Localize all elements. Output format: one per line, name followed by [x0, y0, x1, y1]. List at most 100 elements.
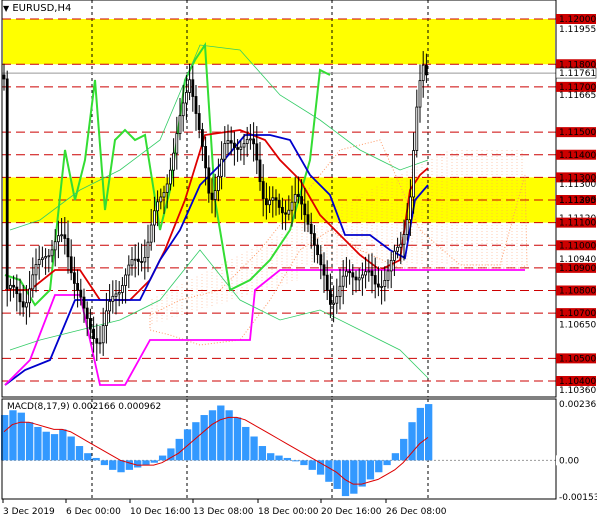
vertical-grid: [91, 0, 429, 499]
candle-body: [226, 140, 230, 144]
candle-body: [325, 274, 329, 291]
time-label-6: 26 Dec 08:00: [386, 507, 447, 517]
candle-body: [344, 270, 348, 277]
candle-body: [114, 293, 118, 297]
candle-body: [380, 285, 384, 288]
macd-bar: [291, 460, 300, 462]
macd-panel: [1, 404, 556, 497]
candle-body: [287, 209, 291, 215]
time-label-0: 3 Dec 2019: [3, 507, 55, 517]
macd-bar: [233, 417, 242, 461]
candle-body: [165, 183, 169, 193]
candle-body: [392, 250, 396, 261]
candle-body: [248, 138, 252, 141]
extra-price-label-1: 1.11300: [559, 180, 596, 190]
candle-body: [76, 283, 79, 291]
macd-bar: [42, 431, 50, 461]
candle-body: [159, 196, 163, 203]
macd-bar: [17, 412, 25, 461]
candle-body: [216, 175, 220, 191]
candle-body: [172, 152, 176, 171]
macd-bar: [192, 422, 200, 461]
macd-label: MACD(8,17,9) 0.002166 0.000962: [7, 402, 162, 412]
candle-body: [92, 328, 95, 340]
time-label-1: 6 Dec 00:00: [66, 507, 121, 517]
candle-body: [354, 276, 358, 281]
candle-body: [284, 212, 288, 215]
candle-body: [236, 147, 240, 150]
axes: 1.120001.119551.118001.117611.117001.116…: [1, 0, 597, 517]
candle-body: [296, 194, 300, 197]
price-label-17: 1.10650: [559, 320, 596, 330]
price-label-20: 1.10360: [559, 386, 596, 396]
candle-body: [66, 238, 70, 258]
candle-body: [95, 338, 99, 344]
candle-body: [197, 113, 201, 130]
macd-bar: [250, 436, 258, 461]
macd-bar: [208, 410, 217, 461]
candle-body: [255, 143, 259, 161]
macd-bar: [25, 422, 34, 461]
macd-bar: [200, 415, 208, 461]
candle-body: [149, 224, 153, 243]
candle-body: [367, 270, 371, 273]
candle-body: [360, 274, 364, 279]
candle-body: [335, 296, 339, 304]
macd-bar: [150, 460, 158, 463]
price-label-11: 1.11100: [559, 219, 596, 229]
candle-body: [15, 286, 19, 295]
macd-bar: [158, 455, 167, 461]
macd-bar: [242, 426, 250, 461]
candle-body: [105, 310, 108, 326]
candle-body: [89, 318, 92, 330]
yellow-zone-0: [3, 19, 555, 65]
price-label-3: 1.11761: [559, 69, 596, 79]
candle-body: [24, 302, 28, 308]
candle-body: [146, 241, 150, 258]
macd-bar: [9, 410, 17, 461]
candle-body: [303, 203, 307, 216]
candle-body: [332, 302, 336, 305]
candle-body: [12, 284, 16, 288]
candle-body: [306, 214, 310, 225]
symbol-label[interactable]: ▼ EURUSD,H4: [3, 3, 71, 15]
candle-body: [101, 325, 105, 344]
candle-body: [191, 79, 195, 97]
candle-body: [245, 139, 249, 144]
macd-bar: [391, 453, 400, 461]
candle-body: [213, 190, 217, 200]
candle-body: [405, 219, 409, 235]
candle-body: [258, 159, 262, 182]
candle-body: [41, 257, 44, 260]
candle-body: [204, 146, 208, 169]
candle-body: [396, 246, 400, 252]
candle-body: [271, 197, 275, 201]
candle-body: [18, 293, 22, 303]
extra-price-label-0: 1.11395: [559, 196, 596, 206]
candle-body: [424, 64, 428, 76]
price-label-6: 1.11500: [559, 128, 596, 138]
ichimoku-cloud: [149, 139, 528, 346]
chart-canvas[interactable]: 1.120001.119551.118001.117611.117001.116…: [0, 0, 597, 524]
macd-bar: [358, 460, 366, 487]
candle-body: [370, 270, 374, 276]
time-label-5: 20 Dec 16:00: [321, 507, 382, 517]
candle-body: [290, 201, 294, 211]
candle-body: [242, 143, 246, 148]
candle-body: [341, 275, 345, 287]
candle-body: [69, 256, 73, 274]
candle-body: [85, 307, 89, 319]
candle-body: [389, 259, 393, 272]
candle-body: [376, 283, 380, 288]
candle-body: [44, 256, 47, 259]
candle-body: [108, 301, 111, 312]
chart-window[interactable]: 1.12000 1.11955 1.11800 1.11761 1.11700 1.116…: [0, 0, 597, 524]
candle-body: [168, 169, 172, 185]
candle-body: [188, 79, 192, 93]
price-label-18: 1.10500: [559, 354, 596, 364]
triangle-down-icon[interactable]: ▼: [3, 4, 9, 13]
candle-body: [37, 259, 41, 265]
candle-body: [60, 234, 63, 237]
candle-body: [133, 258, 137, 261]
candle-body: [252, 138, 256, 145]
